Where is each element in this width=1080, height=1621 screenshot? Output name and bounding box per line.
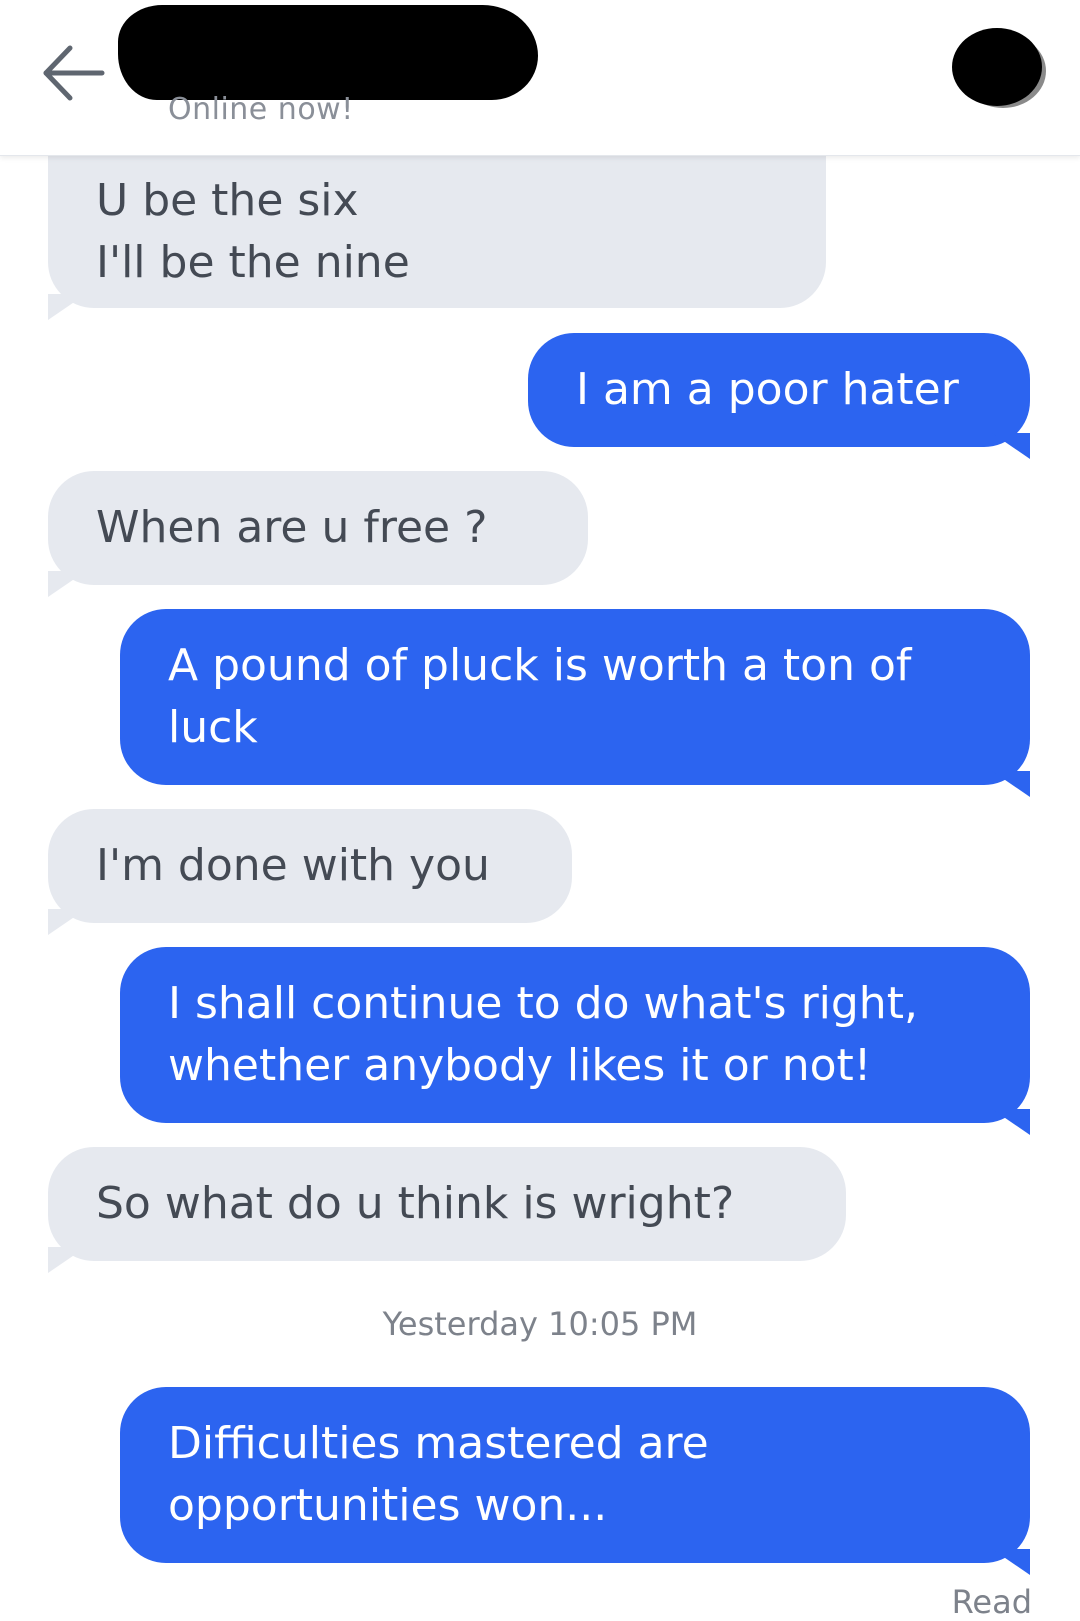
online-status: Online now! [168,92,354,127]
outgoing-message[interactable]: I shall continue to do what's right, whe… [120,947,1030,1135]
outgoing-message[interactable]: A pound of pluck is worth a ton of luck [120,609,1030,797]
outgoing-message[interactable]: Difficulties mastered are opportunities … [120,1387,1030,1575]
contact-name-redacted [118,5,538,100]
message-text: U be the six I'll be the nine [96,175,410,288]
message-thread: U be the six I'll be the nine I am a poo… [0,0,1080,1621]
conversation-header: Online now! [0,0,1080,156]
incoming-message[interactable]: I'm done with you [48,809,572,935]
message-text: When are u free ? [96,502,488,553]
message-text: A pound of pluck is worth a ton of luck [168,640,912,753]
message-text: So what do u think is wright? [96,1178,735,1229]
read-receipt: Read [951,1583,1032,1621]
message-text: I'm done with you [96,840,490,891]
arrow-left-icon [43,45,105,101]
back-button[interactable] [38,38,108,108]
outgoing-message[interactable]: I am a poor hater [528,333,1030,459]
message-timestamp: Yesterday 10:05 PM [382,1305,698,1343]
incoming-message[interactable]: So what do u think is wright? [48,1147,846,1273]
avatar[interactable] [952,28,1042,106]
message-text: Difficulties mastered are opportunities … [168,1418,709,1531]
message-text: I am a poor hater [576,364,959,415]
incoming-message[interactable]: When are u free ? [48,471,588,597]
message-text: I shall continue to do what's right, whe… [168,978,918,1091]
